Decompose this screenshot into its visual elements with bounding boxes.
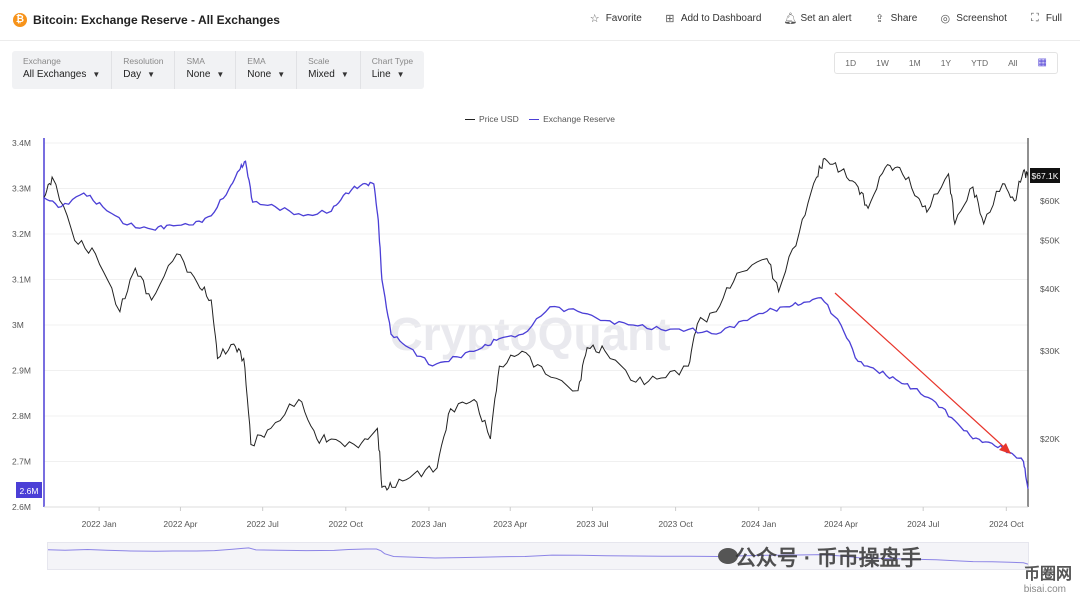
- y-left-tick-label: 2.7M: [12, 457, 31, 467]
- y-left-tick-label: 3.3M: [12, 184, 31, 194]
- y-left-tick-label: 3.4M: [12, 138, 31, 148]
- y-left-tick-label: 2.6M: [12, 502, 31, 512]
- reserve-last-label: 2.6M: [20, 486, 39, 496]
- trend-arrow: [834, 292, 1011, 454]
- y-left-tick-label: 3.1M: [12, 275, 31, 285]
- price-last-badge: $67.1K: [1030, 168, 1060, 183]
- cryptoquant-watermark: CryptoQuant: [389, 308, 670, 360]
- x-tick-label: 2024 Jul: [907, 519, 939, 529]
- x-tick-label: 2023 Apr: [493, 519, 527, 529]
- site-watermark-sub: bisai.com: [1023, 584, 1066, 595]
- x-tick-label: 2024 Jan: [741, 519, 776, 529]
- y-left-tick-label: 2.9M: [12, 366, 31, 376]
- x-tick-label: 2023 Jan: [411, 519, 446, 529]
- x-tick-label: 2023 Oct: [658, 519, 693, 529]
- x-tick-label: 2024 Apr: [824, 519, 858, 529]
- x-tick-label: 2023 Jul: [576, 519, 608, 529]
- y-axis-left: 2.6M 2.7M 2.8M 2.9M 3M 3.1M 3.2M 3.3M 3.4M: [12, 138, 45, 512]
- x-tick-label: 2022 Jul: [247, 519, 279, 529]
- wechat-watermark: 公众号 · 币市操盘手: [735, 547, 922, 570]
- site-watermark: 币圈网: [1023, 566, 1072, 583]
- chart-canvas[interactable]: CryptoQuant 2.6M 2.7M 2.8M 2.9M 3M 3.1M 3.2M 3.…: [0, 0, 1080, 601]
- y-right-tick-label: $60K: [1040, 196, 1060, 206]
- price-last-label: $67.1K: [1032, 171, 1059, 181]
- y-right-tick-label: $50K: [1040, 235, 1060, 245]
- x-tick-label: 2022 Oct: [329, 519, 364, 529]
- y-left-tick-label: 2.8M: [12, 411, 31, 421]
- grid-lines: [44, 142, 1028, 508]
- x-axis: 2022 Jan 2022 Apr 2022 Jul 2022 Oct 2023 Jan…: [44, 506, 1028, 529]
- y-left-tick-label: 3.2M: [12, 229, 31, 239]
- x-tick-label: 2022 Jan: [82, 519, 117, 529]
- y-right-tick-label: $20K: [1040, 434, 1060, 444]
- x-tick-label: 2022 Apr: [163, 519, 197, 529]
- x-tick-label: 2024 Oct: [989, 519, 1024, 529]
- y-right-tick-label: $40K: [1040, 284, 1060, 294]
- y-axis-right: $20K $30K $40K $50K $60K: [1027, 138, 1060, 507]
- y-right-tick-label: $30K: [1040, 346, 1060, 356]
- reserve-last-badge: 2.6M: [16, 482, 42, 498]
- y-left-tick-label: 3M: [12, 320, 24, 330]
